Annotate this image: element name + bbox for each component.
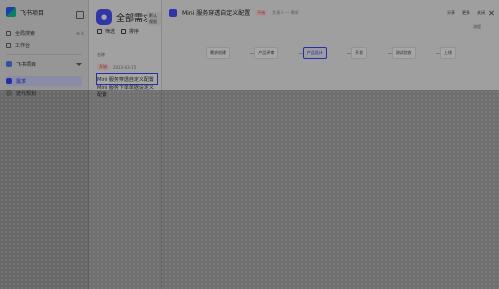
divider [6, 54, 82, 55]
workflow-label: 流程 [473, 24, 481, 29]
space-switcher[interactable]: 飞书项目 [6, 59, 82, 69]
desktop-icon [6, 42, 11, 48]
app-logo-icon [6, 7, 16, 17]
more-button[interactable]: 更多 [462, 10, 470, 16]
sidebar-item-label: 需求 [16, 78, 27, 85]
workflow-steps: 需求创建 产品评审 产品设计 开发 测试验收 上线 [206, 46, 456, 60]
list-item[interactable]: Mini 服务下单单据设定义配置 [97, 85, 157, 98]
list-item[interactable]: 开始 2023-03-15 [97, 62, 157, 72]
workflow-step[interactable]: 上线 [435, 47, 456, 59]
requirements-list-pane: ● 全部需求 默认视图 筛选 排序 名称 开始 2023-03-15 Mini … [89, 0, 162, 289]
iteration-icon [6, 90, 12, 96]
sidebar-item-iteration[interactable]: 迭代规划 [6, 88, 82, 98]
view-tag[interactable]: 默认视图 [147, 12, 161, 26]
detail-panel: Mini 服务穿透自定义配置 开始 负责人 一 需求 分享 更多 关闭 流程 需… [162, 0, 499, 289]
detail-title: Mini 服务穿透自定义配置 [182, 10, 251, 17]
filter-button[interactable]: 筛选 [97, 28, 115, 35]
row-title: Mini 服务下单单据设定义配置 [97, 85, 154, 98]
share-button[interactable]: 分享 [447, 10, 455, 16]
left-sidebar: 飞书项目 全局搜索 ⌘ K 工作台 飞书项目 需求 迭代规划 [0, 0, 89, 289]
chevron-down-icon [76, 62, 82, 66]
application-window: 飞书项目 全局搜索 ⌘ K 工作台 飞书项目 需求 迭代规划 ● 全部需求 默认… [0, 0, 499, 289]
status-badge[interactable]: 开始 [255, 9, 268, 16]
workflow-step[interactable]: 产品评审 [250, 47, 279, 59]
brand: 飞书项目 [6, 7, 44, 17]
requirements-icon [6, 78, 12, 84]
workflow-step[interactable]: 测试验收 [387, 47, 416, 59]
sort-label: 排序 [129, 29, 140, 35]
brand-title: 飞书项目 [20, 9, 45, 17]
list-header: ● 全部需求 [96, 9, 152, 25]
sidebar-item-label: 迭代规划 [16, 90, 37, 97]
column-header: 名称 [97, 51, 105, 57]
sidebar-item-label: 全局搜索 [15, 30, 36, 37]
close-icon[interactable] [489, 10, 495, 16]
table-header: 名称 [97, 50, 157, 59]
space-icon [6, 61, 12, 67]
sidebar-item-search[interactable]: 全局搜索 ⌘ K [6, 28, 84, 38]
collapse-sidebar-icon[interactable] [76, 11, 84, 19]
workflow-step-current[interactable]: 产品设计 [298, 47, 327, 59]
sort-icon [121, 29, 127, 34]
row-title: Mini 服务穿透自定义配置 [97, 76, 154, 83]
detail-actions: 分享 更多 关闭 [447, 10, 485, 16]
workflow-step[interactable]: 开发 [347, 47, 368, 59]
space-label: 飞书项目 [16, 61, 37, 68]
list-item-selected[interactable]: Mini 服务穿透自定义配置 [96, 73, 158, 85]
detail-header: Mini 服务穿透自定义配置 开始 负责人 一 需求 [169, 8, 299, 17]
shortcut-label: ⌘ K [76, 30, 84, 36]
sidebar-item-workbench[interactable]: 工作台 [6, 40, 84, 50]
row-meta: 2023-03-15 [113, 64, 137, 70]
status-badge: 开始 [97, 64, 109, 70]
sidebar-item-requirements[interactable]: 需求 [6, 76, 82, 86]
view-icon: ● [96, 9, 112, 25]
sidebar-item-label: 工作台 [15, 42, 31, 49]
filter-icon [97, 29, 102, 34]
requirement-icon [169, 8, 177, 17]
filter-label: 筛选 [105, 29, 116, 35]
list-toolbar: 筛选 排序 [97, 28, 139, 35]
search-icon [6, 30, 11, 36]
detail-subtitle: 负责人 一 需求 [272, 9, 299, 15]
close-button[interactable]: 关闭 [477, 10, 485, 16]
sort-button[interactable]: 排序 [121, 28, 139, 35]
workflow-step[interactable]: 需求创建 [206, 47, 230, 59]
